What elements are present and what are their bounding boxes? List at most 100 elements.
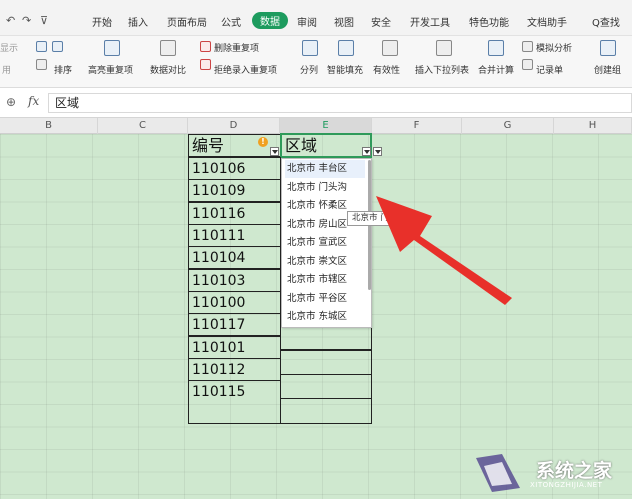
- region-cell[interactable]: [280, 398, 372, 424]
- tab-security[interactable]: 安全: [371, 14, 391, 29]
- id-value: 110117: [192, 317, 246, 333]
- simulate-button[interactable]: 模拟分析: [536, 41, 572, 54]
- column-header-d[interactable]: D: [188, 118, 280, 134]
- table-row[interactable]: 110111: [188, 224, 281, 247]
- header-cell-id[interactable]: 编号: [188, 134, 281, 157]
- highlight-duplicates-button[interactable]: 高亮重复项: [88, 63, 133, 76]
- header-region-label: 区域: [285, 136, 318, 155]
- watermark-subtext: XITONGZHIJIA.NET: [530, 481, 603, 489]
- id-value: 110100: [192, 295, 246, 311]
- table-row[interactable]: 110109: [188, 179, 281, 202]
- id-value: 110103: [192, 273, 246, 289]
- table-row[interactable]: 110100: [188, 291, 281, 314]
- sort-desc-icon[interactable]: [52, 41, 63, 52]
- record-sheet-icon: [522, 59, 533, 70]
- header-cell-region[interactable]: 区域: [280, 133, 372, 158]
- table-row[interactable]: 110106: [188, 157, 281, 180]
- merge-calc-button[interactable]: 合并计算: [478, 63, 514, 76]
- reject-duplicates-button[interactable]: 拒绝录入重复项: [214, 63, 277, 76]
- create-group-button[interactable]: 创建组: [594, 63, 621, 76]
- list-dropdown-button[interactable]: [373, 147, 382, 156]
- column-header-bar: B C D E F G H: [0, 118, 632, 134]
- table-row[interactable]: 110116: [188, 202, 281, 225]
- formula-bar: ⊕ fx 区域: [0, 88, 632, 118]
- sort-asc-icon[interactable]: [36, 41, 47, 52]
- header-id-label: 编号: [192, 136, 225, 155]
- search-button[interactable]: Q查找: [592, 14, 620, 29]
- id-value: 110116: [192, 206, 246, 222]
- filter-dropdown-button-id[interactable]: [270, 147, 279, 156]
- dropdown-option[interactable]: 北京市 东城区: [285, 308, 365, 326]
- dropdown-option[interactable]: 北京市 丰台区: [285, 160, 365, 178]
- insert-dropdown-button[interactable]: 插入下拉列表: [415, 63, 469, 76]
- column-header-f[interactable]: F: [372, 118, 462, 134]
- region-cell[interactable]: [280, 350, 372, 375]
- data-compare-icon: [160, 40, 176, 56]
- validity-icon: [382, 40, 398, 56]
- ribbon-toolbar: 显示 用 排序 高亮重复项 数据对比 删除重复项 拒绝录入重复项 分列 智能填充…: [0, 36, 632, 88]
- tab-home[interactable]: 开始: [92, 14, 112, 29]
- undo-icon[interactable]: ↶: [6, 14, 15, 27]
- data-compare-button[interactable]: 数据对比: [150, 63, 186, 76]
- id-value: 110104: [192, 250, 246, 266]
- ribbon-cut-label-1[interactable]: 显示: [0, 41, 18, 54]
- option-tooltip: 北京市 门头沟: [347, 211, 417, 226]
- reject-duplicates-icon: [200, 59, 211, 70]
- id-value: 110109: [192, 183, 246, 199]
- id-value: 110112: [192, 362, 246, 378]
- dropdown-option[interactable]: 北京市 门头沟: [285, 179, 365, 197]
- column-header-h[interactable]: H: [554, 118, 632, 134]
- zoom-icon[interactable]: ⊕: [6, 95, 16, 109]
- smart-fill-button[interactable]: 智能填充: [327, 63, 363, 76]
- region-cell[interactable]: [280, 327, 372, 350]
- dropdown-option[interactable]: 北京市 崇文区: [285, 253, 365, 271]
- dropdown-option[interactable]: 北京市 宣武区: [285, 234, 365, 252]
- table-row[interactable]: 110115: [188, 380, 281, 424]
- tab-formula[interactable]: 公式: [221, 14, 241, 29]
- table-row[interactable]: 110117: [188, 313, 281, 336]
- merge-calc-icon: [488, 40, 504, 56]
- id-value: 110111: [192, 228, 246, 244]
- table-row[interactable]: 110103: [188, 269, 281, 292]
- smart-fill-icon: [338, 40, 354, 56]
- tab-features[interactable]: 特色功能: [469, 14, 509, 29]
- validity-button[interactable]: 有效性: [373, 63, 400, 76]
- tab-insert[interactable]: 插入: [128, 14, 148, 29]
- insert-dropdown-icon: [436, 40, 452, 56]
- delete-duplicates-button[interactable]: 删除重复项: [214, 41, 259, 54]
- dropdown-option[interactable]: 北京市 市辖区: [285, 271, 365, 289]
- sort-button[interactable]: 排序: [54, 63, 72, 76]
- highlight-duplicates-icon: [104, 40, 120, 56]
- sort-custom-icon[interactable]: [36, 59, 47, 70]
- create-group-icon: [600, 40, 616, 56]
- split-column-button[interactable]: 分列: [300, 63, 318, 76]
- tab-developer[interactable]: 开发工具: [410, 14, 450, 29]
- tab-review[interactable]: 审阅: [297, 14, 317, 29]
- watermark-text: 系统之家: [536, 460, 613, 482]
- filter-dropdown-button-region[interactable]: [362, 147, 371, 156]
- ribbon-cut-label-2[interactable]: 用: [2, 63, 11, 76]
- id-value: 110115: [192, 384, 246, 400]
- column-header-b[interactable]: B: [0, 118, 98, 134]
- split-column-icon: [302, 40, 318, 56]
- table-row[interactable]: 110112: [188, 358, 281, 381]
- warning-icon[interactable]: !: [258, 137, 268, 147]
- column-header-c[interactable]: C: [98, 118, 188, 134]
- tab-page-layout[interactable]: 页面布局: [167, 14, 207, 29]
- column-header-g[interactable]: G: [462, 118, 554, 134]
- tab-data[interactable]: 数据: [252, 12, 288, 29]
- table-row[interactable]: 110101: [188, 336, 281, 359]
- simulate-icon: [522, 41, 533, 52]
- table-row[interactable]: 110104: [188, 246, 281, 269]
- record-sheet-button[interactable]: 记录单: [536, 63, 563, 76]
- region-cell[interactable]: [280, 374, 372, 399]
- redo-icon[interactable]: ↷: [22, 14, 31, 27]
- fx-label[interactable]: fx: [28, 94, 39, 108]
- column-header-e[interactable]: E: [280, 118, 372, 134]
- tab-view[interactable]: 视图: [334, 14, 354, 29]
- formula-input[interactable]: 区域: [48, 93, 632, 113]
- dropdown-option[interactable]: 北京市 平谷区: [285, 290, 365, 308]
- tab-doc-assistant[interactable]: 文档助手: [527, 14, 567, 29]
- quick-access-more-icon[interactable]: ⊽: [40, 14, 48, 27]
- id-value: 110106: [192, 161, 246, 177]
